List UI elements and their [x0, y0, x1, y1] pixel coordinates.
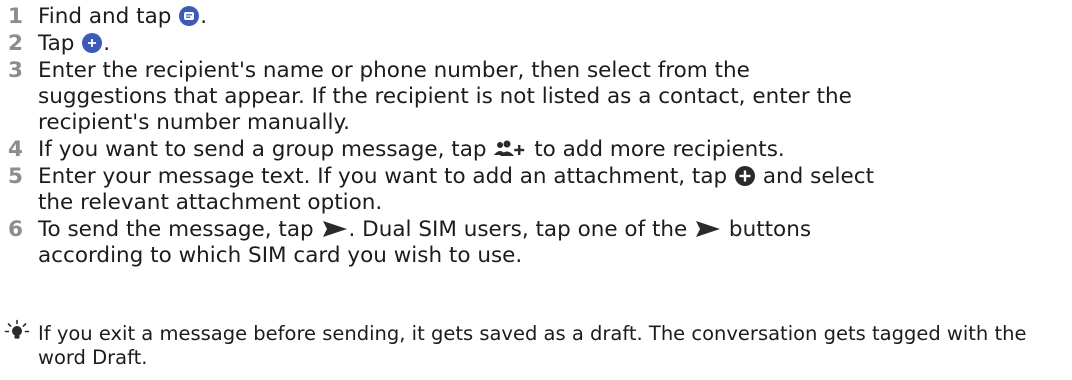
step-5-line-1: Enter your message text. If you want to … [38, 164, 874, 190]
step-number-6: 6 [8, 217, 23, 242]
step-4-part-a: If you want to send a group message, tap [38, 137, 494, 162]
step-1-part-b: . [200, 4, 208, 29]
lightbulb-tip-icon [4, 319, 30, 339]
step-6-part-b: . Dual SIM users, tap one of the [348, 217, 695, 242]
step-5-part-b: and select [756, 164, 875, 189]
send-icon [696, 221, 721, 237]
step-number-5: 5 [8, 164, 23, 189]
step-6-line-1: To send the message, tap . Dual SIM user… [38, 217, 811, 243]
step-5-line-2: the relevant attachment option. [38, 190, 383, 215]
step-1-part-a: Find and tap [38, 4, 179, 29]
new-conversation-icon [82, 33, 103, 53]
step-6-part-a: To send the message, tap [38, 217, 321, 242]
add-people-icon [494, 140, 525, 156]
step-number-4: 4 [8, 137, 23, 162]
step-3-line-2: suggestions that appear. If the recipien… [38, 84, 852, 109]
add-attachment-icon [735, 166, 756, 186]
step-number-2: 2 [8, 31, 23, 56]
step-2-part-b: . [103, 31, 111, 56]
step-2-part-a: Tap [38, 31, 82, 56]
tip-text: If you exit a message before sending, it… [38, 322, 1027, 369]
step-2-text: Tap . [38, 31, 110, 57]
step-number-3: 3 [8, 58, 23, 83]
messages-app-icon [179, 6, 200, 26]
step-6-part-c: buttons [722, 217, 812, 242]
step-3-line-3: recipient's number manually. [38, 110, 350, 135]
step-3-line-1: Enter the recipient's name or phone numb… [38, 58, 750, 83]
step-6-line-2: according to which SIM card you wish to … [38, 243, 523, 268]
step-number-1: 1 [8, 4, 23, 29]
send-icon [322, 221, 347, 237]
step-4-text: If you want to send a group message, tap… [38, 137, 785, 163]
step-4-part-b: to add more recipients. [527, 137, 785, 162]
step-1-text: Find and tap . [38, 4, 207, 30]
step-5-part-a: Enter your message text. If you want to … [38, 164, 735, 189]
